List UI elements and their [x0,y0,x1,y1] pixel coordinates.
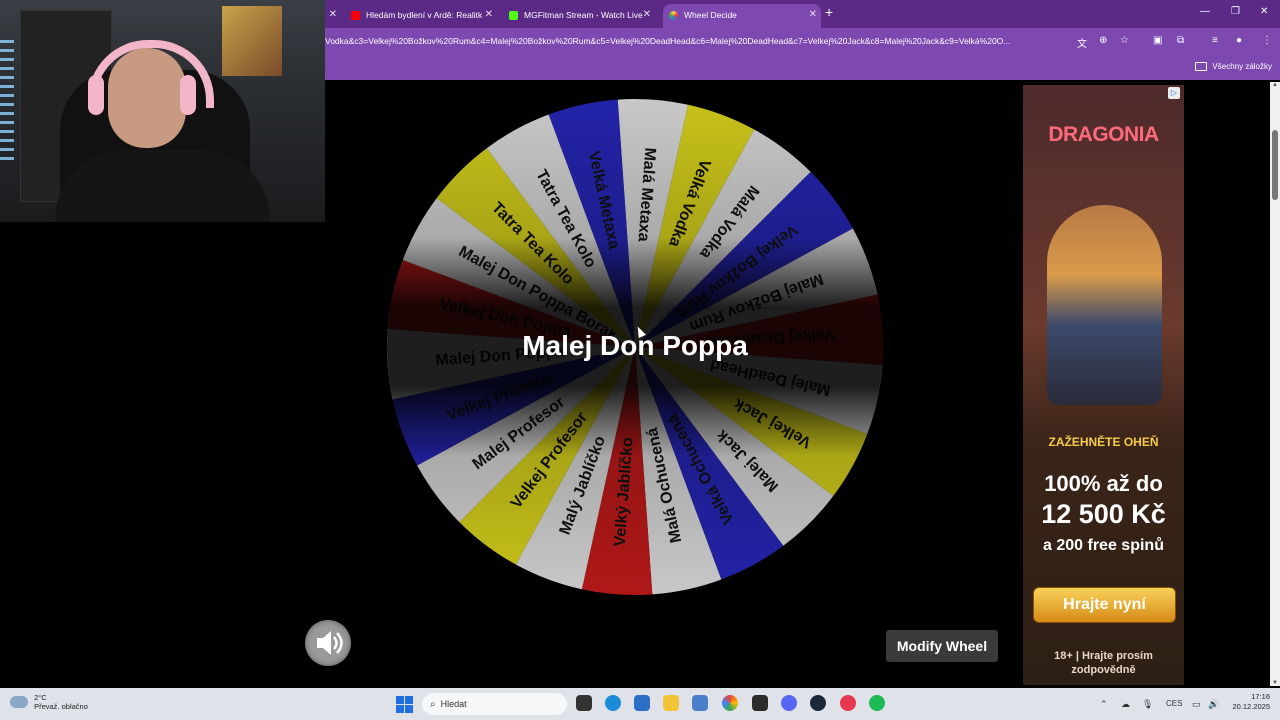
close-window-button[interactable]: ✕ [1260,6,1268,17]
ad-offer-line2: 12 500 Kč [1041,499,1166,529]
system-clock[interactable]: 17:16 20.12.2025 [1232,692,1270,712]
chrome-icon[interactable] [722,695,738,711]
weather-temp: 2°C [34,693,47,702]
address-bar: Vodka&c3=Velkej%20Božkov%20Rum&c4=Malej%… [325,28,1280,56]
led-strip [0,40,14,160]
speaker-icon[interactable] [305,620,351,666]
language-indicator[interactable]: CES [1166,699,1182,708]
ad-offer-line3: a 200 free spinů [1043,537,1164,554]
task-view-icon[interactable] [576,695,592,711]
webcam-overlay [0,0,325,222]
ad-offer-line1: 100% až do [1044,471,1163,496]
wall-poster [222,6,282,76]
microphone-icon[interactable]: 🎙 [1142,699,1153,710]
advertisement[interactable]: ▷ DRAGONIA ZAŽEHNĚTE OHEŇ 100% až do 12 … [1023,85,1184,685]
bookmark-star-icon[interactable]: ☆ [1120,35,1129,46]
file-explorer-icon[interactable] [663,695,679,711]
tab-close-icon[interactable]: ✕ [809,4,817,26]
youtube-icon [351,11,360,21]
tab-title: Hledám bydlení v Ardě: Realitk [366,10,483,20]
clock-date: 20.12.2025 [1232,702,1270,711]
windows-start-icon[interactable] [396,696,413,713]
ad-character-image [1047,205,1162,405]
tab-title: Wheel Decide [684,10,737,20]
weather-desc: Převaž. oblačno [34,702,88,711]
new-tab-button[interactable]: + [825,4,833,20]
ad-choices-icon[interactable]: ▷ [1168,87,1180,99]
tab-close-prev[interactable]: ✕ [325,4,339,28]
browser-tab-bar: ✕ Hledám bydlení v Ardě: Realitk ✕ MGFit… [325,0,1280,28]
steam-icon[interactable] [810,695,826,711]
url-field[interactable]: Vodka&c3=Velkej%20Božkov%20Rum&c4=Malej%… [325,36,1070,46]
store-icon[interactable] [634,695,650,711]
wheel-result: Malej Don Poppa [522,330,748,361]
scroll-down-icon[interactable]: ▼ [1270,680,1280,686]
tab-title: MGFitman Stream - Watch Live [524,10,643,20]
kick-icon [509,11,518,21]
tab-1[interactable]: Hledám bydlení v Ardě: Realitk ✕ [347,4,497,28]
tab-3-active[interactable]: Wheel Decide ✕ [663,4,821,28]
streamer-body [55,150,270,222]
network-icon[interactable]: ▭ [1192,699,1201,710]
volume-icon[interactable]: 🔊 [1208,699,1219,710]
ad-cta-button[interactable]: Hrajte nyní [1033,587,1176,623]
search-placeholder: Hledat [440,699,467,709]
tab-close-icon[interactable]: ✕ [643,4,651,26]
extension-icon[interactable]: ▣ [1153,35,1162,46]
page-scrollbar[interactable]: ▲ ▼ [1270,82,1280,686]
translate-icon[interactable]: 文 [1077,35,1087,50]
cloud-icon [10,696,28,708]
weather-widget[interactable]: 2°C Převaž. oblačno [10,693,88,711]
zoom-icon[interactable]: ⊕ [1099,35,1107,46]
opera-icon[interactable] [840,695,856,711]
app-icon[interactable] [752,695,768,711]
scroll-thumb[interactable] [1272,130,1278,200]
search-icon: ⌕ [430,699,436,710]
ad-banner: ZAŽEHNĚTE OHEŇ [1048,435,1159,449]
all-bookmarks-label: Všechny záložky [1212,62,1272,71]
clock-time: 17:16 [1251,692,1270,701]
ad-brand: DRAGONIA [1048,123,1159,146]
restore-button[interactable]: ❐ [1231,6,1240,17]
onedrive-icon[interactable]: ☁ [1121,699,1130,710]
outlook-icon[interactable] [692,695,708,711]
minimize-button[interactable]: — [1200,6,1210,17]
spotify-icon[interactable] [869,695,885,711]
extensions-puzzle-icon[interactable]: ⧉ [1177,35,1184,46]
taskbar-search[interactable]: ⌕ Hledat [422,693,567,715]
folder-icon [1195,62,1208,72]
headset-ear-right [180,75,196,115]
scroll-up-icon[interactable]: ▲ [1270,82,1280,88]
all-bookmarks-button[interactable]: Všechny záložky [1195,62,1272,72]
ad-disclaimer: 18+ | Hrajte prosím zodpovědně [1054,650,1153,676]
wheel-decide-icon [669,11,678,21]
headset-ear-left [88,75,104,115]
modify-wheel-button[interactable]: Modify Wheel [886,630,998,662]
browser-menu-icon[interactable]: ⋮ [1262,35,1272,46]
tray-overflow-icon[interactable]: ⌃ [1100,699,1108,710]
windows-taskbar: 2°C Převaž. oblačno ⌕ Hledat ⌃ ☁ 🎙 CES ▭ 🔊… [0,688,1280,720]
tab-close-icon[interactable]: ✕ [485,4,493,26]
profile-avatar[interactable]: ● [1236,35,1242,46]
discord-icon[interactable] [781,695,797,711]
media-control-icon[interactable]: ≡ [1212,35,1218,46]
bookmarks-bar: Všechny záložky [325,56,1280,80]
edge-icon[interactable] [605,695,621,711]
tab-2[interactable]: MGFitman Stream - Watch Live ✕ [505,4,655,28]
